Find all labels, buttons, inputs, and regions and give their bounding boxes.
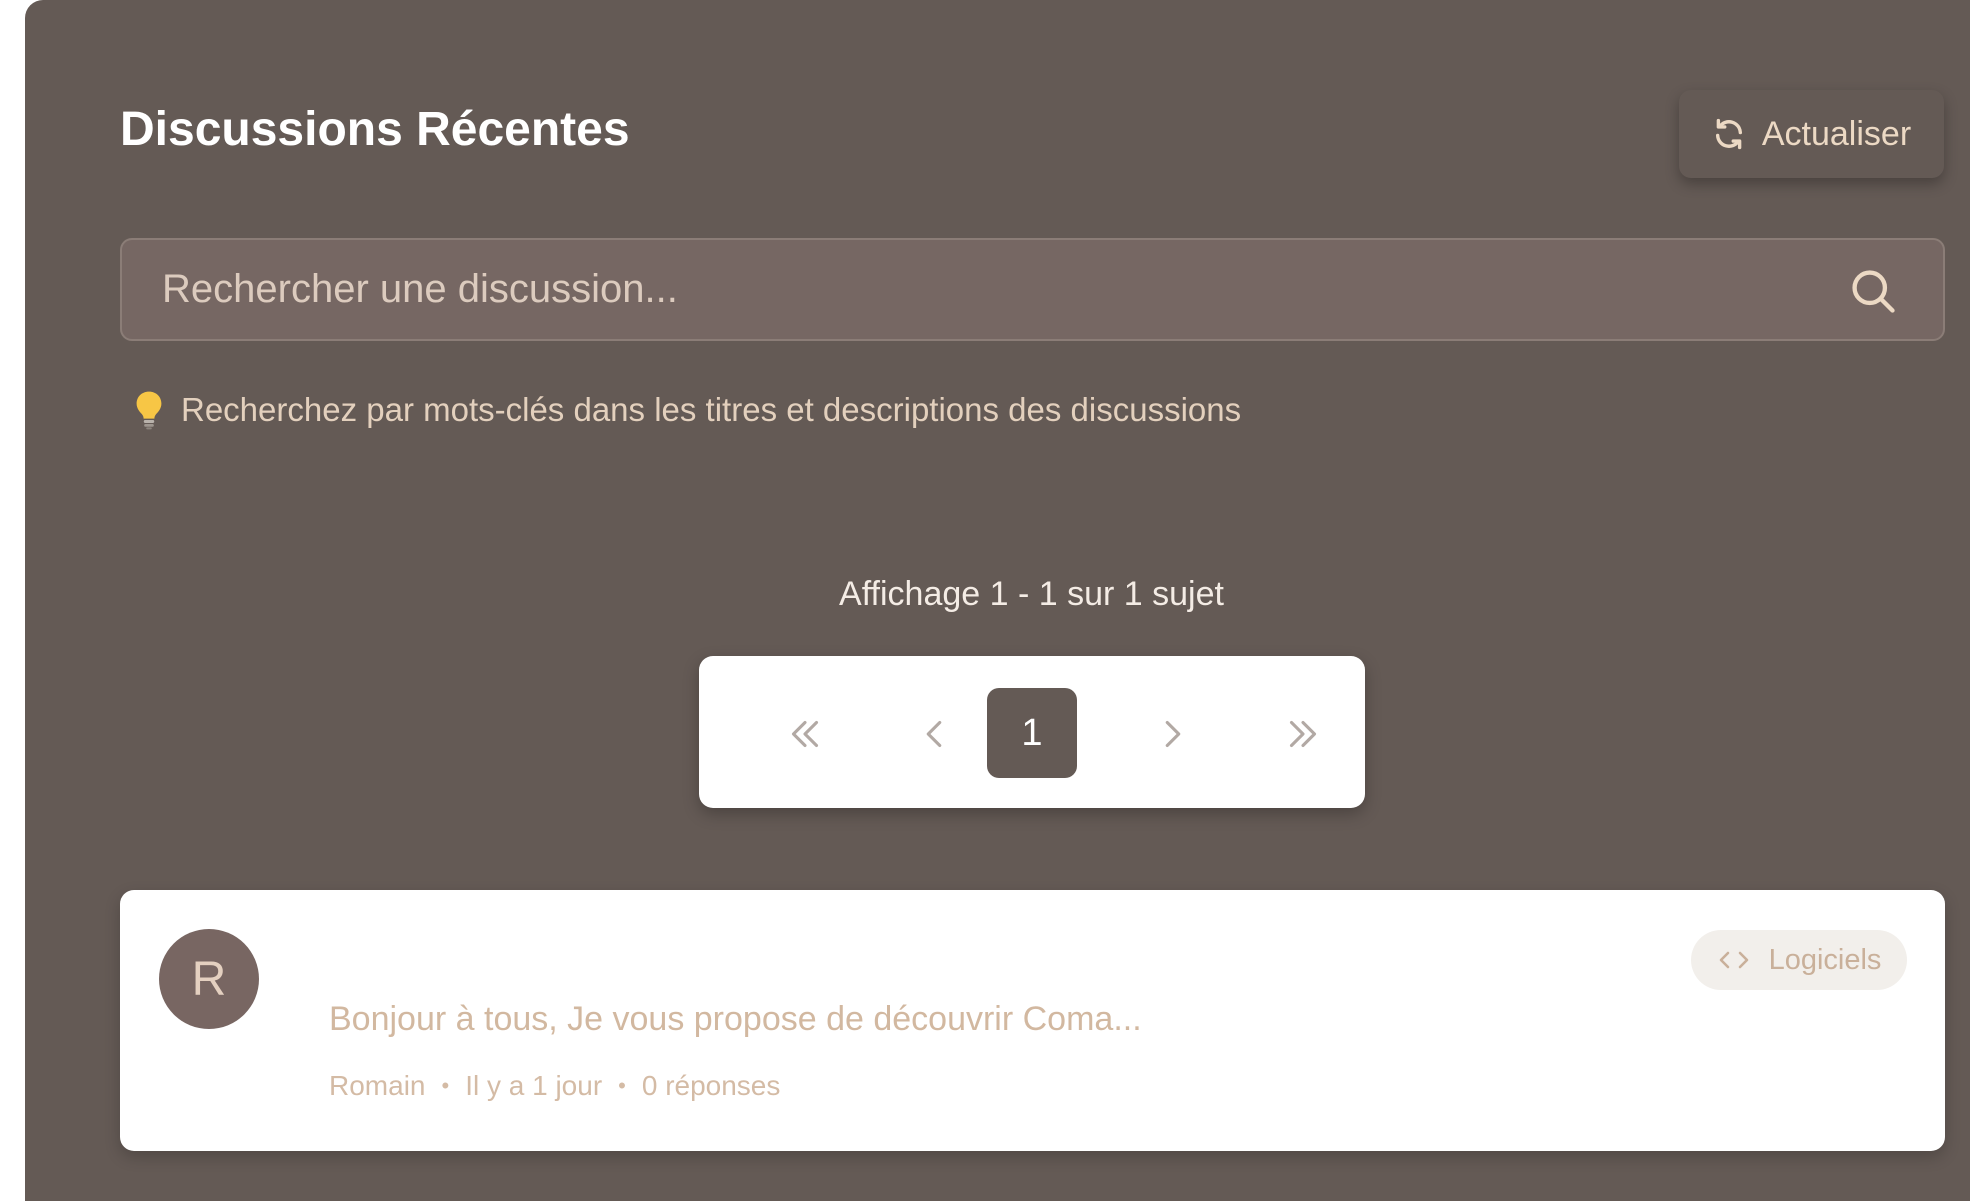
chevron-left-icon: [911, 711, 957, 757]
next-page-button[interactable]: [1129, 690, 1217, 778]
chevrons-left-icon: [782, 711, 828, 757]
code-icon: [1717, 948, 1751, 972]
avatar: R: [159, 929, 259, 1029]
meta-separator: •: [618, 1073, 626, 1098]
last-page-button[interactable]: [1259, 690, 1347, 778]
previous-page-button[interactable]: [890, 690, 978, 778]
pagination: 1: [699, 656, 1365, 808]
search-input[interactable]: [162, 240, 1812, 339]
chevrons-right-icon: [1280, 711, 1326, 757]
page-title: Discussions Récentes: [120, 103, 630, 156]
topic-excerpt: Bonjour à tous, Je vous propose de décou…: [329, 1000, 1142, 1038]
search-box: [120, 238, 1945, 341]
topic-replies: 0 réponses: [641, 1070, 781, 1101]
chevron-right-icon: [1150, 711, 1196, 757]
discussions-panel: Discussions Récentes Actualiser Recherch…: [25, 0, 1970, 1201]
topic-card[interactable]: R Bonjour à tous, Je vous propose de déc…: [120, 890, 1945, 1151]
first-page-button[interactable]: [761, 690, 849, 778]
pagination-info: Affichage 1 - 1 sur 1 sujet: [839, 575, 1224, 613]
hint-text: Recherchez par mots-clés dans les titres…: [181, 391, 1242, 428]
search-hint: Recherchez par mots-clés dans les titres…: [135, 385, 1241, 435]
lightbulb-icon: [135, 390, 163, 430]
refresh-label: Actualiser: [1761, 114, 1912, 153]
page-number-current[interactable]: 1: [987, 688, 1077, 778]
topic-meta: Romain • Il y a 1 jour • 0 réponses: [329, 1070, 780, 1102]
category-tag[interactable]: Logiciels: [1691, 930, 1907, 990]
refresh-button[interactable]: Actualiser: [1679, 90, 1944, 178]
search-icon[interactable]: [1847, 265, 1899, 317]
category-label: Logiciels: [1768, 943, 1882, 976]
topic-author: Romain: [329, 1070, 426, 1101]
meta-separator: •: [441, 1073, 450, 1098]
topic-time: Il y a 1 jour: [465, 1070, 603, 1101]
refresh-icon: [1712, 117, 1746, 151]
